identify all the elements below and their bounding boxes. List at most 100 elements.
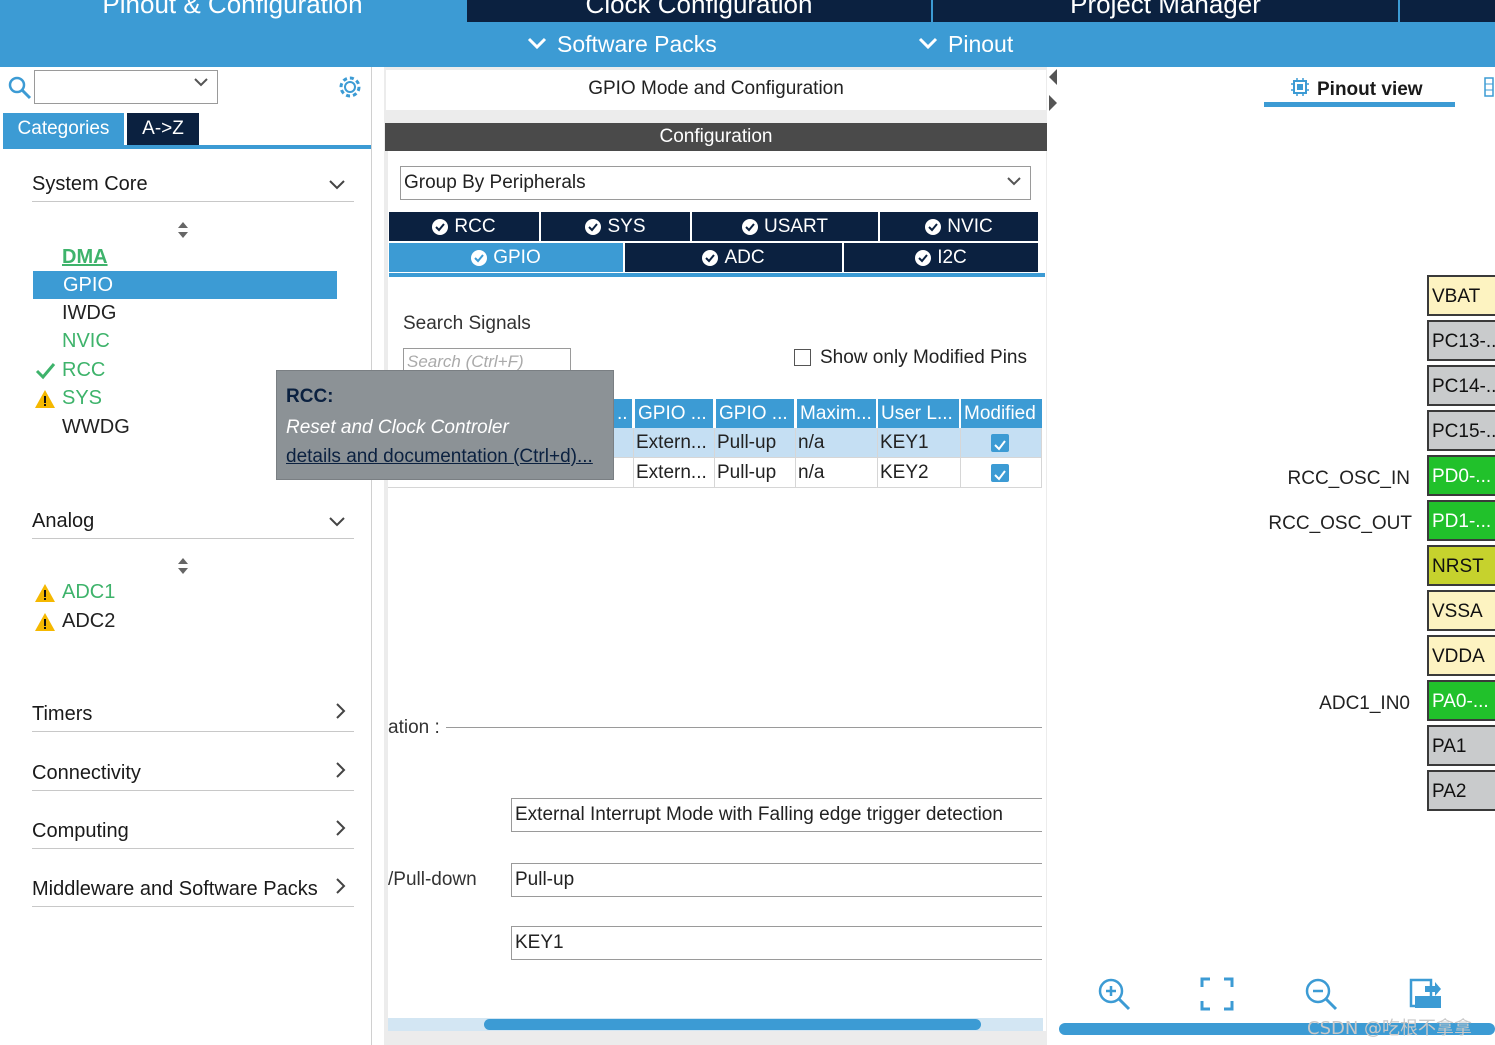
tab-adc[interactable]: ADC xyxy=(625,243,844,272)
sort-icon[interactable] xyxy=(175,557,191,577)
collapse-panel-icon[interactable] xyxy=(1047,67,1059,113)
table-header-modified[interactable]: Modified xyxy=(961,399,1042,428)
zoom-in-icon[interactable] xyxy=(1096,976,1132,1012)
category-connectivity[interactable]: Connectivity xyxy=(32,755,354,791)
pin-pd0[interactable]: PD0-... xyxy=(1427,455,1495,496)
tooltip-docs-link[interactable]: details and documentation (Ctrl+d)... xyxy=(286,446,593,468)
table-header-user-label[interactable]: User L... xyxy=(878,399,961,428)
user-label-field[interactable]: KEY1 xyxy=(511,926,1042,960)
modified-checkbox[interactable] xyxy=(961,458,1042,488)
scrollbar-thumb[interactable] xyxy=(484,1019,981,1030)
chevron-down-icon xyxy=(328,166,346,202)
item-wwdg[interactable]: WWDG xyxy=(62,414,130,440)
chevron-down-icon xyxy=(328,503,346,539)
fit-screen-icon[interactable] xyxy=(1199,976,1235,1012)
pin-pa1[interactable]: PA1 xyxy=(1427,725,1495,766)
check-circle-icon xyxy=(432,218,449,235)
pin-pa2[interactable]: PA2 xyxy=(1427,770,1495,811)
warning-icon xyxy=(34,582,56,604)
pin-vbat[interactable]: VBAT xyxy=(1427,275,1495,316)
software-packs-menu[interactable]: Software Packs xyxy=(527,22,717,67)
pin-nrst[interactable]: NRST xyxy=(1427,545,1495,586)
tab-i2c[interactable]: I2C xyxy=(844,243,1038,272)
pin-vssa[interactable]: VSSA xyxy=(1427,590,1495,631)
tab-categories[interactable]: Categories xyxy=(3,113,124,145)
group-by-select[interactable]: Group By Peripherals xyxy=(400,166,1031,200)
check-icon xyxy=(34,360,56,382)
item-adc2[interactable]: ADC2 xyxy=(62,608,115,634)
tab-nvic[interactable]: NVIC xyxy=(880,212,1038,241)
tab-extra[interactable] xyxy=(1400,0,1495,22)
check-circle-icon xyxy=(585,218,602,235)
warning-icon xyxy=(34,388,56,410)
tab-sys[interactable]: SYS xyxy=(541,212,692,241)
table-cell[interactable]: n/a xyxy=(796,458,878,488)
tab-usart[interactable]: USART xyxy=(692,212,880,241)
gpio-mode-field[interactable]: External Interrupt Mode with Falling edg… xyxy=(511,798,1042,832)
pin-label-rcc-osc-in: RCC_OSC_IN xyxy=(1287,468,1410,489)
pin-pa0[interactable]: PA0-... xyxy=(1427,680,1495,721)
sub-menu-bar xyxy=(0,22,1495,67)
item-rcc[interactable]: RCC xyxy=(62,357,105,383)
table-cell[interactable]: Extern... xyxy=(634,458,715,488)
item-gpio[interactable]: GPIO xyxy=(33,271,337,299)
pin-pc13[interactable]: PC13-... xyxy=(1427,320,1495,361)
pin-pc14[interactable]: PC14-... xyxy=(1427,365,1495,406)
table-header-gpio-pull[interactable]: GPIO ... xyxy=(716,399,796,428)
export-icon[interactable] xyxy=(1407,976,1443,1012)
tooltip-title: RCC: xyxy=(286,386,334,407)
table-header-max-speed[interactable]: Maxim... xyxy=(797,399,878,428)
tab-pinout-view[interactable]: Pinout view xyxy=(1289,76,1423,104)
check-circle-icon xyxy=(925,218,942,235)
config-section-label: ation : xyxy=(388,717,440,739)
check-circle-icon xyxy=(471,249,488,266)
tab-label: ADC xyxy=(724,247,765,268)
modified-checkbox[interactable] xyxy=(961,428,1042,458)
search-combo[interactable] xyxy=(34,70,218,104)
table-header-gpio-mode[interactable]: GPIO ... xyxy=(635,399,715,428)
pinout-menu[interactable]: Pinout xyxy=(918,22,1013,67)
check-circle-icon xyxy=(915,249,932,266)
tab-gpio[interactable]: GPIO xyxy=(389,243,625,272)
table-cell[interactable]: Extern... xyxy=(634,428,715,458)
tab-project-manager[interactable]: Project Manager xyxy=(933,0,1398,22)
category-label: System Core xyxy=(32,173,148,195)
pin-pc15[interactable]: PC15-... xyxy=(1427,410,1495,451)
table-cell[interactable]: Pull-up xyxy=(715,428,796,458)
show-modified-checkbox[interactable] xyxy=(794,349,811,366)
category-label: Timers xyxy=(32,703,93,725)
tab-label: NVIC xyxy=(947,216,993,237)
tab-underline xyxy=(389,273,1045,277)
gear-icon[interactable] xyxy=(337,74,363,100)
search-icon[interactable] xyxy=(8,76,32,100)
table-header-ellipsis[interactable]: .. xyxy=(614,399,634,428)
pull-field[interactable]: Pull-up xyxy=(511,863,1042,897)
item-iwdg[interactable]: IWDG xyxy=(62,300,116,326)
zoom-out-icon[interactable] xyxy=(1303,976,1339,1012)
tab-underline xyxy=(1264,102,1455,107)
category-system-core[interactable]: System Core xyxy=(32,166,354,202)
tab-a-to-z[interactable]: A->Z xyxy=(127,113,199,145)
table-cell[interactable]: KEY2 xyxy=(878,458,961,488)
table-cell[interactable]: n/a xyxy=(796,428,878,458)
category-computing[interactable]: Computing xyxy=(32,813,354,849)
pin-pd1[interactable]: PD1-... xyxy=(1427,500,1495,541)
pin-vdda[interactable]: VDDA xyxy=(1427,635,1495,676)
category-analog[interactable]: Analog xyxy=(32,503,354,539)
item-dma[interactable]: DMA xyxy=(62,244,108,270)
category-middleware[interactable]: Middleware and Software Packs xyxy=(32,871,354,907)
item-nvic[interactable]: NVIC xyxy=(62,328,110,354)
item-adc1[interactable]: ADC1 xyxy=(62,579,115,605)
item-sys[interactable]: SYS xyxy=(62,385,102,411)
table-cell[interactable]: Pull-up xyxy=(715,458,796,488)
system-view-icon[interactable] xyxy=(1484,76,1494,98)
panel-title: GPIO Mode and Configuration xyxy=(386,70,1046,110)
tab-clock-configuration[interactable]: Clock Configuration xyxy=(467,0,931,22)
table-cell[interactable]: KEY1 xyxy=(878,428,961,458)
tab-pinout-configuration[interactable]: Pinout & Configuration xyxy=(0,0,465,22)
sort-icon[interactable] xyxy=(175,221,191,241)
tab-rcc[interactable]: RCC xyxy=(389,212,541,241)
software-packs-label: Software Packs xyxy=(557,31,717,57)
category-timers[interactable]: Timers xyxy=(32,696,354,732)
chevron-right-icon xyxy=(334,696,346,732)
